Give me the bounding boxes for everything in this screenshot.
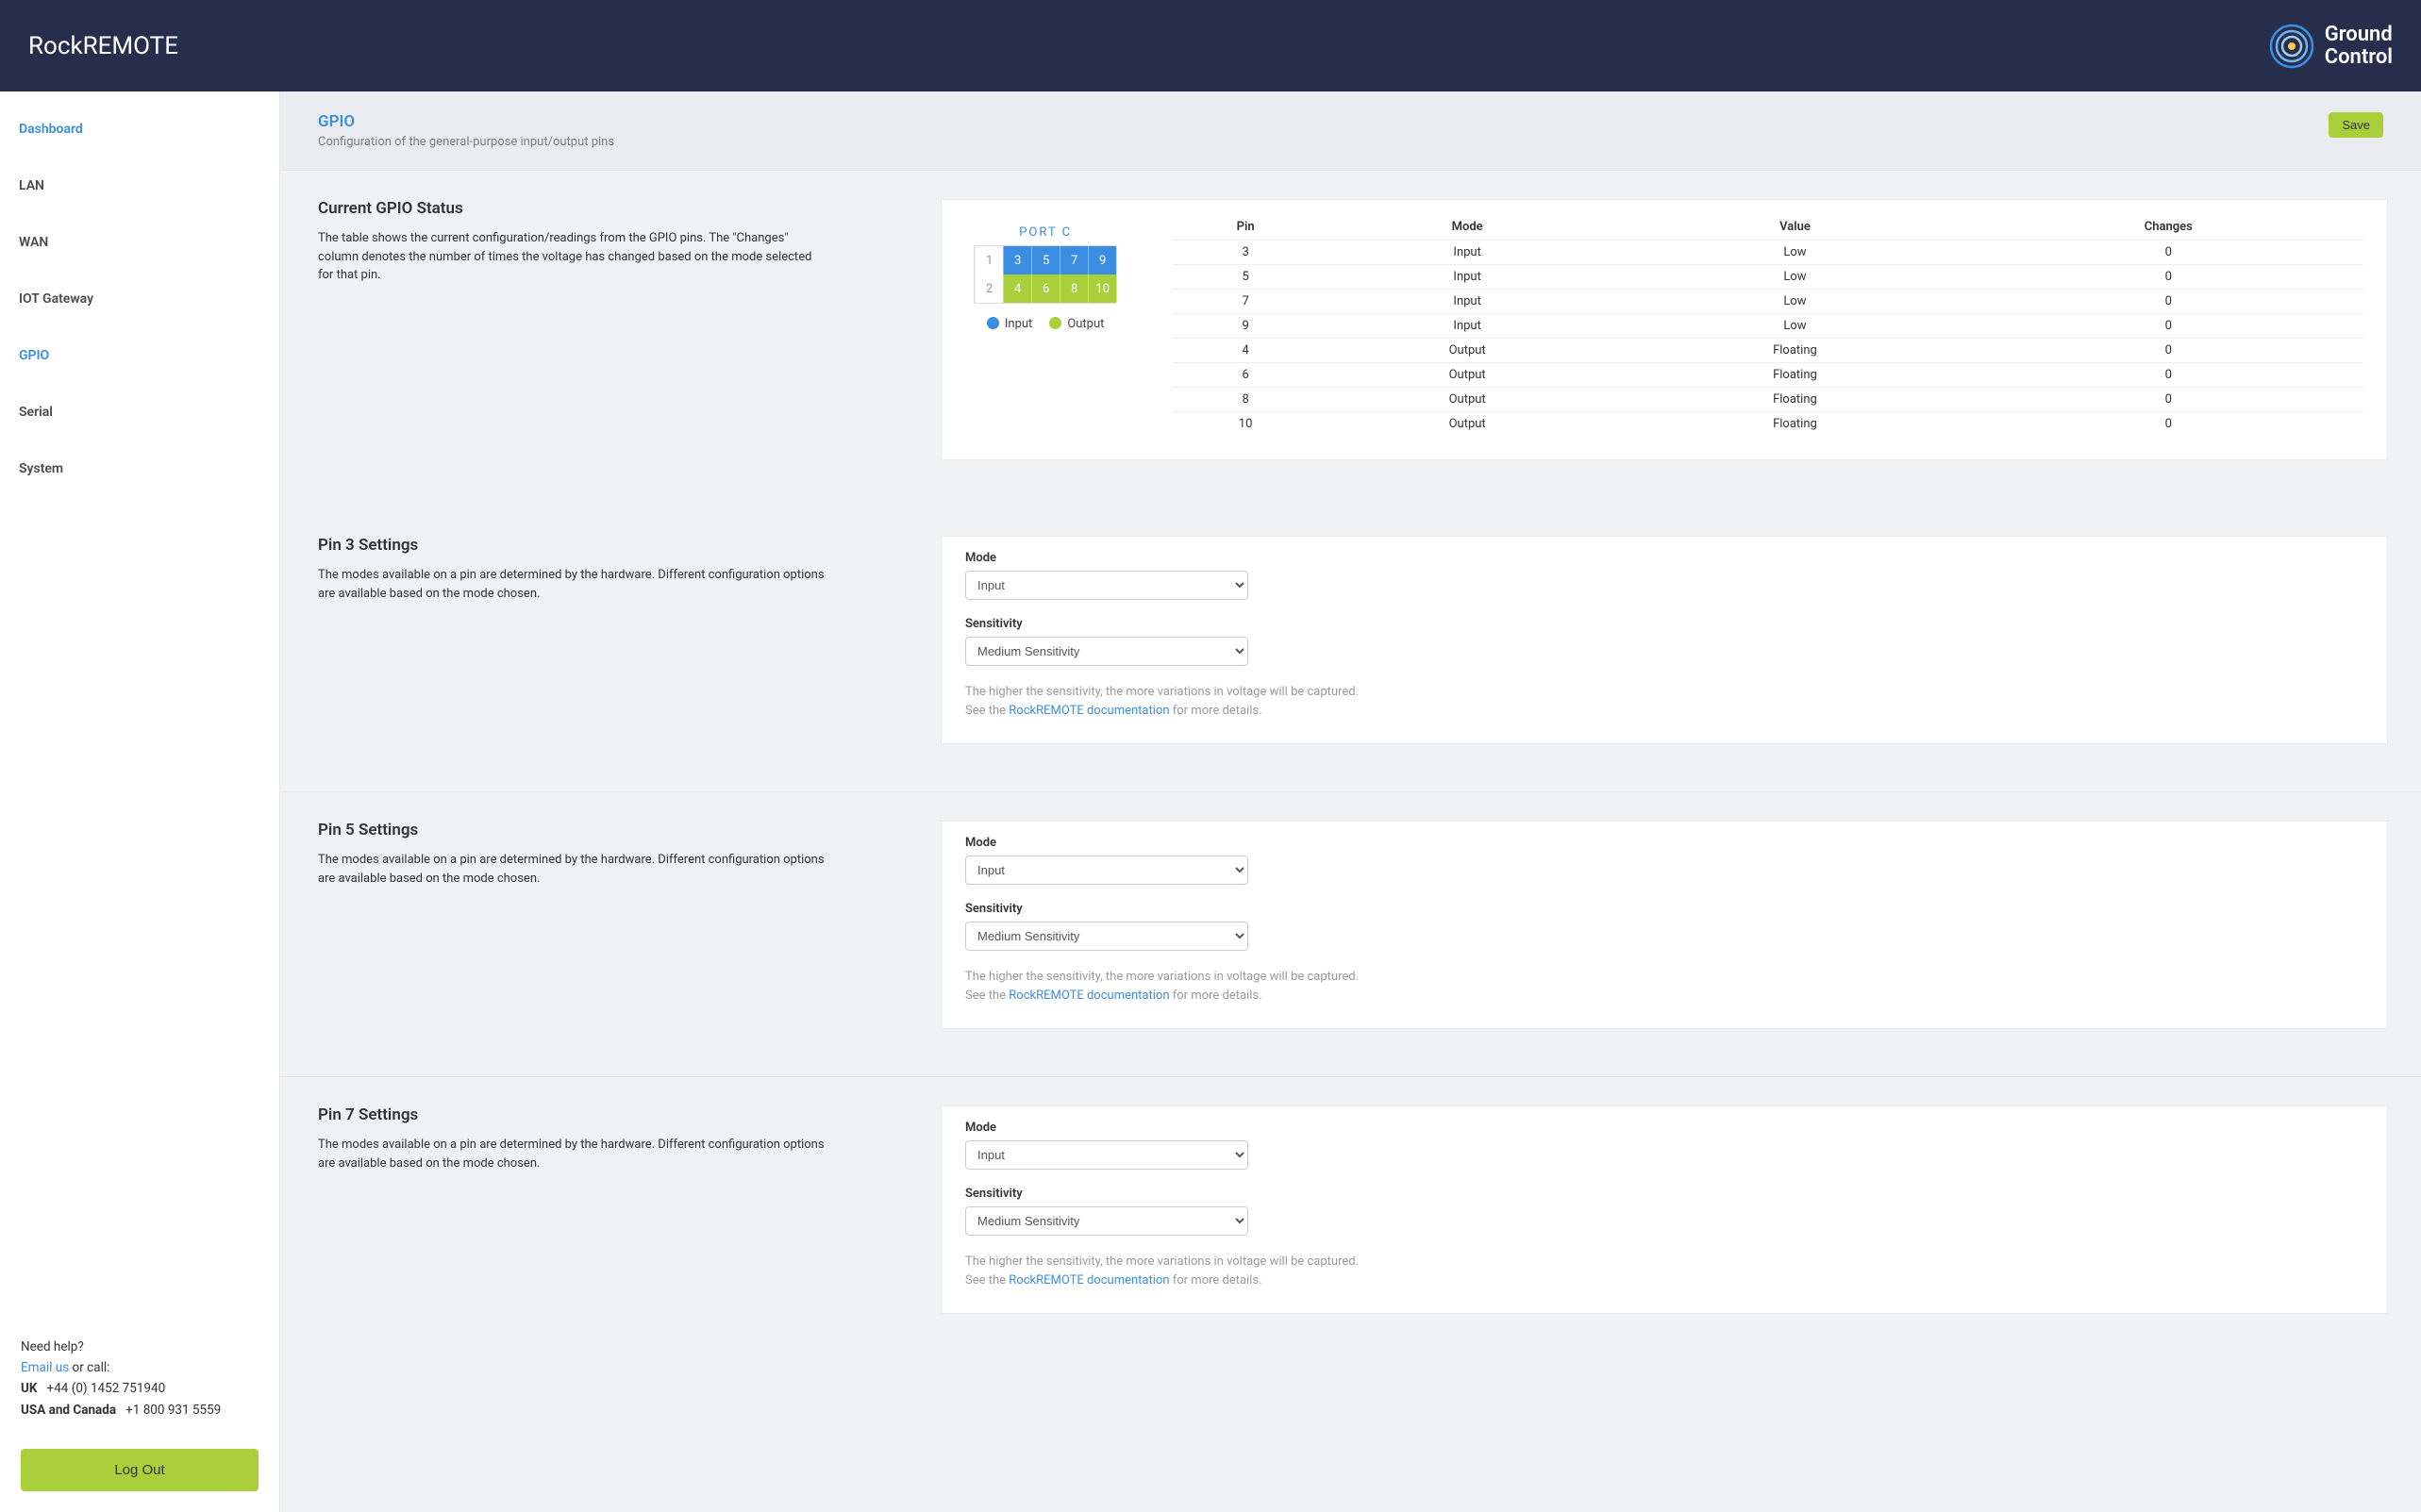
section-pin-settings: Pin 7 Settings The modes available on a … [280, 1076, 2421, 1361]
pin-cell-8: 8 [1060, 274, 1088, 303]
pin-cell-6: 6 [1031, 274, 1060, 303]
doc-link[interactable]: RockREMOTE documentation [1009, 704, 1169, 718]
sidebar-item-gpio[interactable]: GPIO [0, 327, 279, 384]
email-us-link[interactable]: Email us [21, 1360, 69, 1375]
table-row: 9InputLow0 [1173, 314, 2363, 339]
mode-label: Mode [965, 836, 2363, 850]
sensitivity-label: Sensitivity [965, 902, 2363, 916]
main-content: GPIO Configuration of the general-purpos… [280, 91, 2421, 1512]
port-name: PORT C [965, 225, 1126, 240]
pin-cell-9: 9 [1088, 246, 1116, 274]
mode-select[interactable]: Input [965, 856, 1248, 885]
pin-cell-7: 7 [1060, 246, 1088, 274]
logout-button[interactable]: Log Out [21, 1449, 259, 1491]
sensitivity-label: Sensitivity [965, 1187, 2363, 1201]
usa-phone: +1 800 931 5559 [125, 1403, 221, 1418]
table-row: 3InputLow0 [1173, 241, 2363, 265]
section-pin-settings: Pin 3 Settings The modes available on a … [280, 507, 2421, 791]
col-pin: Pin [1173, 214, 1318, 241]
legend: Input Output [965, 317, 1126, 331]
mode-select[interactable]: Input [965, 571, 1248, 600]
section-pin-settings: Pin 5 Settings The modes available on a … [280, 791, 2421, 1076]
sidebar-item-dashboard[interactable]: Dashboard [0, 101, 279, 158]
port-visual: PORT C 1 3 5 7 9 2 4 [965, 214, 1126, 331]
uk-phone: +44 (0) 1452 751940 [47, 1381, 166, 1396]
sensitivity-hint: The higher the sensitivity, the more var… [965, 1253, 2363, 1289]
sidebar-item-iot[interactable]: IOT Gateway [0, 271, 279, 327]
sidebar-item-serial[interactable]: Serial [0, 384, 279, 440]
table-row: 5InputLow0 [1173, 265, 2363, 290]
col-mode: Mode [1318, 214, 1616, 241]
help-heading: Need help? [21, 1337, 259, 1357]
pin-cell-1: 1 [975, 246, 1003, 274]
mode-label: Mode [965, 1121, 2363, 1135]
sensitivity-hint: The higher the sensitivity, the more var… [965, 683, 2363, 720]
sensitivity-hint: The higher the sensitivity, the more var… [965, 968, 2363, 1005]
page-title: GPIO [318, 112, 614, 131]
sidebar-nav: Dashboard LAN WAN IOT Gateway GPIO Seria… [0, 91, 279, 507]
pin-settings-desc: The modes available on a pin are determi… [318, 851, 827, 888]
sensitivity-select[interactable]: Medium Sensitivity [965, 1206, 1248, 1236]
pin-settings-desc: The modes available on a pin are determi… [318, 566, 827, 603]
col-value: Value [1616, 214, 1973, 241]
pin-cell-4: 4 [1003, 274, 1031, 303]
table-row: 10OutputFloating0 [1173, 412, 2363, 437]
sensitivity-select[interactable]: Medium Sensitivity [965, 637, 1248, 666]
mode-select[interactable]: Input [965, 1140, 1248, 1170]
table-row: 4OutputFloating0 [1173, 339, 2363, 363]
status-table: Pin Mode Value Changes 3InputLow05InputL… [1173, 214, 2363, 436]
sensitivity-label: Sensitivity [965, 617, 2363, 631]
pin-settings-title: Pin 3 Settings [318, 536, 903, 555]
table-row: 7InputLow0 [1173, 290, 2363, 314]
pin-cell-10: 10 [1088, 274, 1116, 303]
sidebar-footer: Need help? Email us or call: UK +44 (0) … [0, 1316, 279, 1512]
topbar: RockREMOTE Ground Control [0, 0, 2421, 91]
help-block: Need help? Email us or call: UK +44 (0) … [21, 1337, 259, 1421]
legend-dot-output [1049, 317, 1061, 329]
table-row: 8OutputFloating0 [1173, 388, 2363, 412]
swirl-icon [2268, 23, 2315, 70]
sensitivity-select[interactable]: Medium Sensitivity [965, 922, 1248, 951]
pin-cell-2: 2 [975, 274, 1003, 303]
doc-link[interactable]: RockREMOTE documentation [1009, 989, 1169, 1003]
pin-cell-5: 5 [1031, 246, 1060, 274]
doc-link[interactable]: RockREMOTE documentation [1009, 1273, 1169, 1288]
col-changes: Changes [1974, 214, 2363, 241]
status-title: Current GPIO Status [318, 199, 903, 218]
sidebar-item-wan[interactable]: WAN [0, 214, 279, 271]
sidebar-item-lan[interactable]: LAN [0, 158, 279, 214]
pin-grid: 1 3 5 7 9 2 4 6 8 10 [974, 245, 1117, 304]
status-desc: The table shows the current configuratio… [318, 229, 827, 285]
brand-text: Ground Control [2325, 24, 2393, 67]
sidebar-item-system[interactable]: System [0, 440, 279, 497]
sidebar: Dashboard LAN WAN IOT Gateway GPIO Seria… [0, 91, 280, 1512]
legend-dot-input [987, 317, 999, 329]
page-header: GPIO Configuration of the general-purpos… [280, 91, 2421, 170]
table-row: 6OutputFloating0 [1173, 363, 2363, 388]
save-button[interactable]: Save [2329, 112, 2383, 138]
section-status: Current GPIO Status The table shows the … [280, 170, 2421, 507]
pin-cell-3: 3 [1003, 246, 1031, 274]
pin-settings-title: Pin 7 Settings [318, 1105, 903, 1124]
brand-logo: Ground Control [2268, 23, 2393, 70]
product-name: RockREMOTE [28, 32, 178, 60]
pin-settings-desc: The modes available on a pin are determi… [318, 1136, 827, 1172]
page-subtitle: Configuration of the general-purpose inp… [318, 135, 614, 149]
mode-label: Mode [965, 551, 2363, 565]
pin-settings-title: Pin 5 Settings [318, 821, 903, 839]
